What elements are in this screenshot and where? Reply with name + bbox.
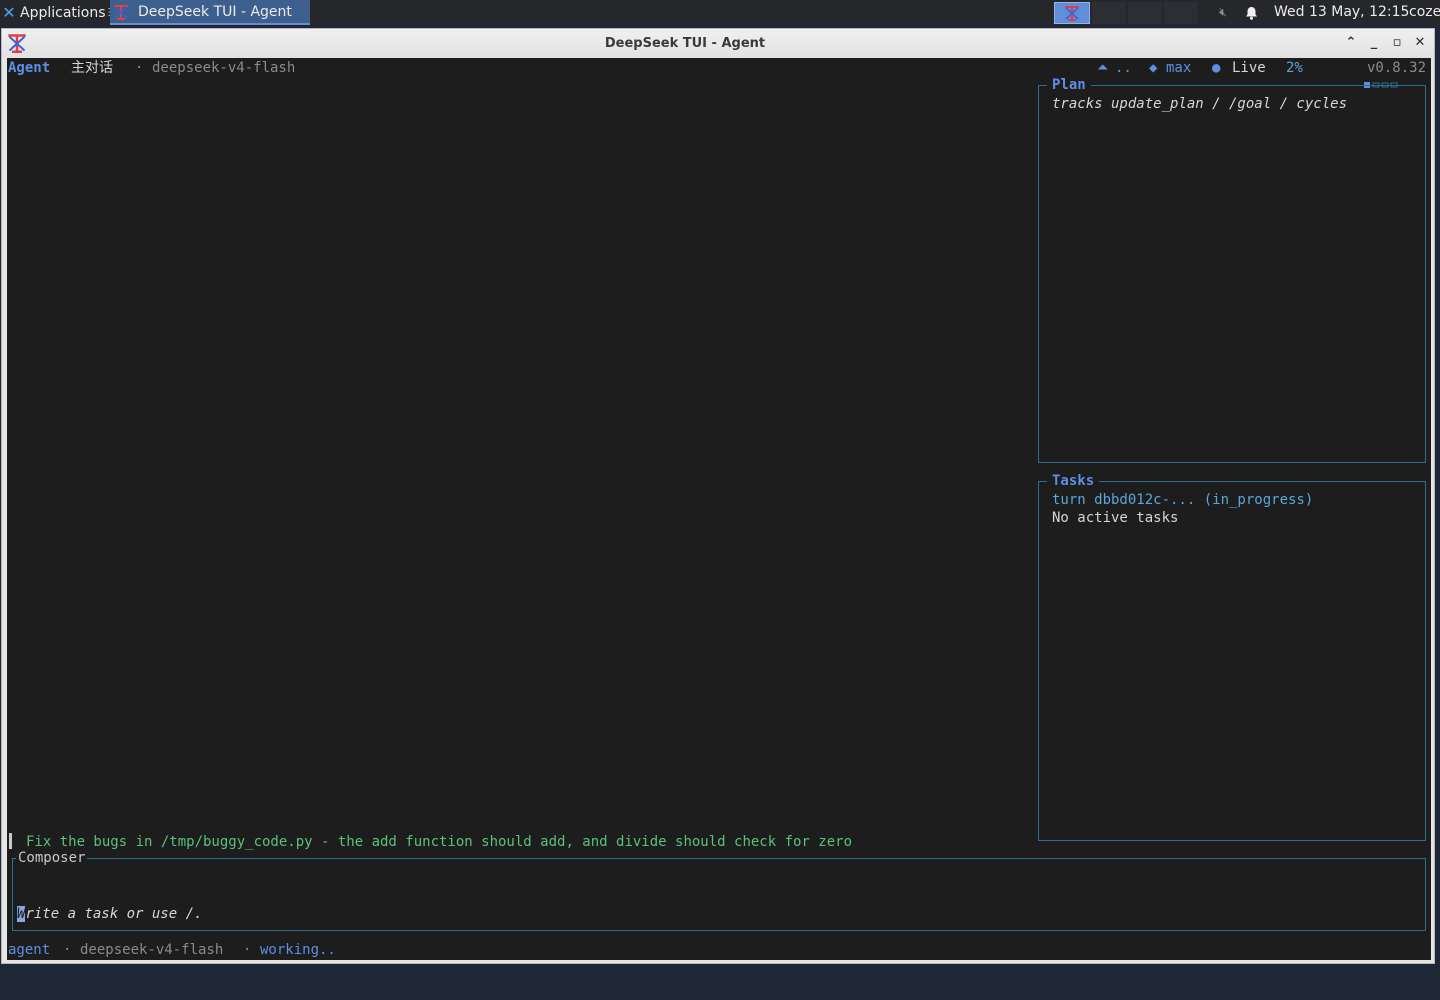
status-separator: · xyxy=(243,942,252,958)
status-separator: · xyxy=(63,942,72,958)
plan-title: Plan xyxy=(1047,76,1091,94)
minimize-window-icon[interactable]: _ xyxy=(1366,35,1382,51)
terminal-area[interactable]: Agent 主对话 · deepseek-v4-flash ⏶ .. ◆ max… xyxy=(7,58,1431,960)
volume-muted-icon[interactable]: 🔇︎ xyxy=(1214,0,1232,25)
model-name: deepseek-v4-flash xyxy=(152,60,296,76)
notification-bell-icon[interactable] xyxy=(1242,0,1260,25)
close-window-icon[interactable]: ✕ xyxy=(1412,35,1428,51)
tasks-title: Tasks xyxy=(1047,472,1100,490)
system-taskbar: ✕ Applications ☰ DeepSeek TUI - Agent 🔇︎… xyxy=(0,0,1440,25)
composer-input[interactable]: Write a task or use /. xyxy=(17,905,202,923)
xfce-logo-icon: ✕ xyxy=(2,3,16,22)
workspace-2-button[interactable] xyxy=(1092,2,1126,24)
taskbar-item-label: DeepSeek TUI - Agent xyxy=(138,3,292,20)
activity-icon: ⏶ xyxy=(1097,60,1109,76)
terminal-app-icon xyxy=(110,4,132,20)
window-titlebar[interactable]: DeepSeek TUI - Agent ⌃ _ ▫ ✕ xyxy=(2,29,1434,58)
window-title: DeepSeek TUI - Agent xyxy=(604,36,766,51)
clock[interactable]: Wed 13 May, 12:15 xyxy=(1274,0,1409,25)
taskbar-item-deepseek[interactable]: DeepSeek TUI - Agent xyxy=(110,0,310,25)
workspace-3-button[interactable] xyxy=(1128,2,1162,24)
task-item[interactable]: turn dbbd012c-... (in_progress) xyxy=(1052,491,1313,509)
effort-diamond-icon: ◆ xyxy=(1149,60,1158,76)
composer-title: Composer xyxy=(16,849,88,867)
composer-placeholder: rite a task or use /. xyxy=(25,906,203,922)
app-version: v0.8.32 xyxy=(1367,60,1427,76)
message-marker xyxy=(9,833,12,849)
live-dot-icon: ● xyxy=(1212,60,1221,76)
maximize-window-icon[interactable]: ▫ xyxy=(1389,35,1405,51)
user-menu[interactable]: coze xyxy=(1409,0,1440,25)
context-percent: 2% xyxy=(1286,60,1303,76)
terminal-window: DeepSeek TUI - Agent ⌃ _ ▫ ✕ Agent 主对话 ·… xyxy=(1,28,1435,964)
session-name: 主对话 xyxy=(71,60,113,76)
plan-panel: Plan tracks update_plan / /goal / cycles xyxy=(1038,76,1426,463)
mode-label: Agent xyxy=(8,60,51,76)
plan-text: tracks update_plan / /goal / cycles xyxy=(1052,96,1348,112)
applications-label: Applications xyxy=(20,4,106,21)
terminal-app-icon xyxy=(1065,6,1079,21)
live-status: Live xyxy=(1232,60,1266,76)
status-model: deepseek-v4-flash xyxy=(80,942,224,958)
workspace-4-button[interactable] xyxy=(1164,2,1198,24)
composer-panel[interactable]: Composer Write a task or use /. xyxy=(12,849,1426,931)
status-mode: agent xyxy=(8,942,51,958)
header-separator: · xyxy=(135,60,144,76)
workspace-1-button[interactable] xyxy=(1054,2,1090,24)
status-state: working.. xyxy=(260,942,336,958)
tasks-panel: Tasks turn dbbd012c-... (in_progress) No… xyxy=(1038,472,1426,841)
applications-menu[interactable]: ✕ Applications ☰ xyxy=(0,0,117,25)
activity-spinner: .. xyxy=(1115,60,1132,76)
user-message: Fix the bugs in /tmp/buggy_code.py - the… xyxy=(26,834,853,850)
shade-window-icon[interactable]: ⌃ xyxy=(1343,35,1359,51)
task-empty-message: No active tasks xyxy=(1052,510,1179,526)
reasoning-effort[interactable]: max xyxy=(1166,59,1191,77)
